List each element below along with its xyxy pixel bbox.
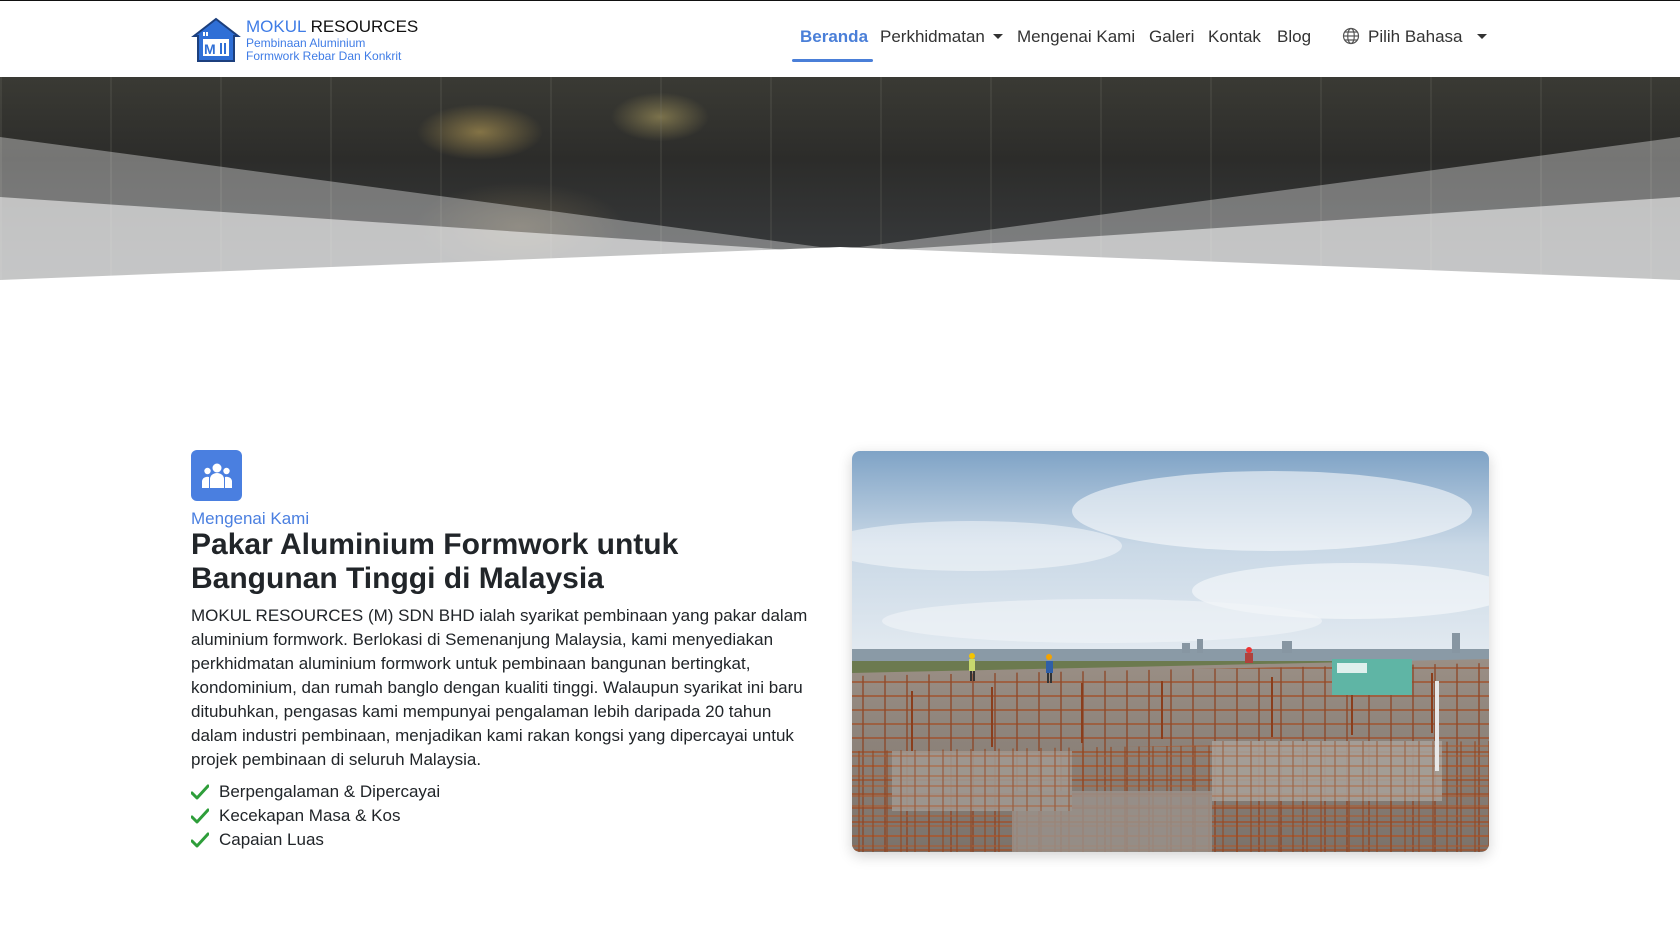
check-icon [191, 784, 209, 800]
nav-item-kontak[interactable]: Kontak [1208, 27, 1261, 47]
hero-banner [0, 77, 1680, 282]
nav-item-beranda[interactable]: Beranda [800, 27, 868, 47]
about-body-text: MOKUL RESOURCES (M) SDN BHD ialah syarik… [191, 606, 808, 769]
main-nav: Beranda Perkhidmatan Mengenai Kami Galer… [0, 25, 1680, 62]
feature-label: Capaian Luas [219, 830, 324, 849]
nav-item-mengenai-kami[interactable]: Mengenai Kami [1017, 27, 1135, 47]
globe-icon [1342, 27, 1360, 45]
construction-site-illustration [852, 451, 1489, 852]
construction-site-photo [852, 451, 1489, 852]
section-headline: Pakar Aluminium Formwork untuk Bangunan … [191, 528, 679, 595]
top-navbar: M MOKUL RESOURCES Pembinaan Aluminium Fo… [0, 0, 1680, 77]
list-item: Berpengalaman & Dipercayai [191, 780, 440, 804]
feature-list: Berpengalaman & Dipercayai Kecekapan Mas… [191, 780, 440, 852]
active-nav-indicator [792, 59, 873, 62]
nav-item-perkhidmatan-label: Perkhidmatan [880, 27, 985, 46]
check-icon [191, 832, 209, 848]
check-icon [191, 808, 209, 824]
language-selector[interactable]: Pilih Bahasa [1342, 27, 1487, 47]
nav-item-blog[interactable]: Blog [1277, 27, 1311, 47]
users-icon [201, 463, 232, 488]
list-item: Capaian Luas [191, 828, 440, 852]
list-item: Kecekapan Masa & Kos [191, 804, 440, 828]
hero-wave-divider [0, 137, 1680, 282]
chevron-down-icon [1476, 34, 1487, 40]
feature-label: Berpengalaman & Dipercayai [219, 782, 441, 801]
section-eyebrow: Mengenai Kami [191, 509, 310, 528]
nav-item-perkhidmatan[interactable]: Perkhidmatan [880, 27, 1003, 47]
about-icon-badge [191, 450, 242, 501]
nav-item-galeri[interactable]: Galeri [1149, 27, 1194, 47]
language-selector-label: Pilih Bahasa [1368, 27, 1463, 46]
feature-label: Kecekapan Masa & Kos [219, 806, 401, 825]
chevron-down-icon [992, 34, 1003, 40]
